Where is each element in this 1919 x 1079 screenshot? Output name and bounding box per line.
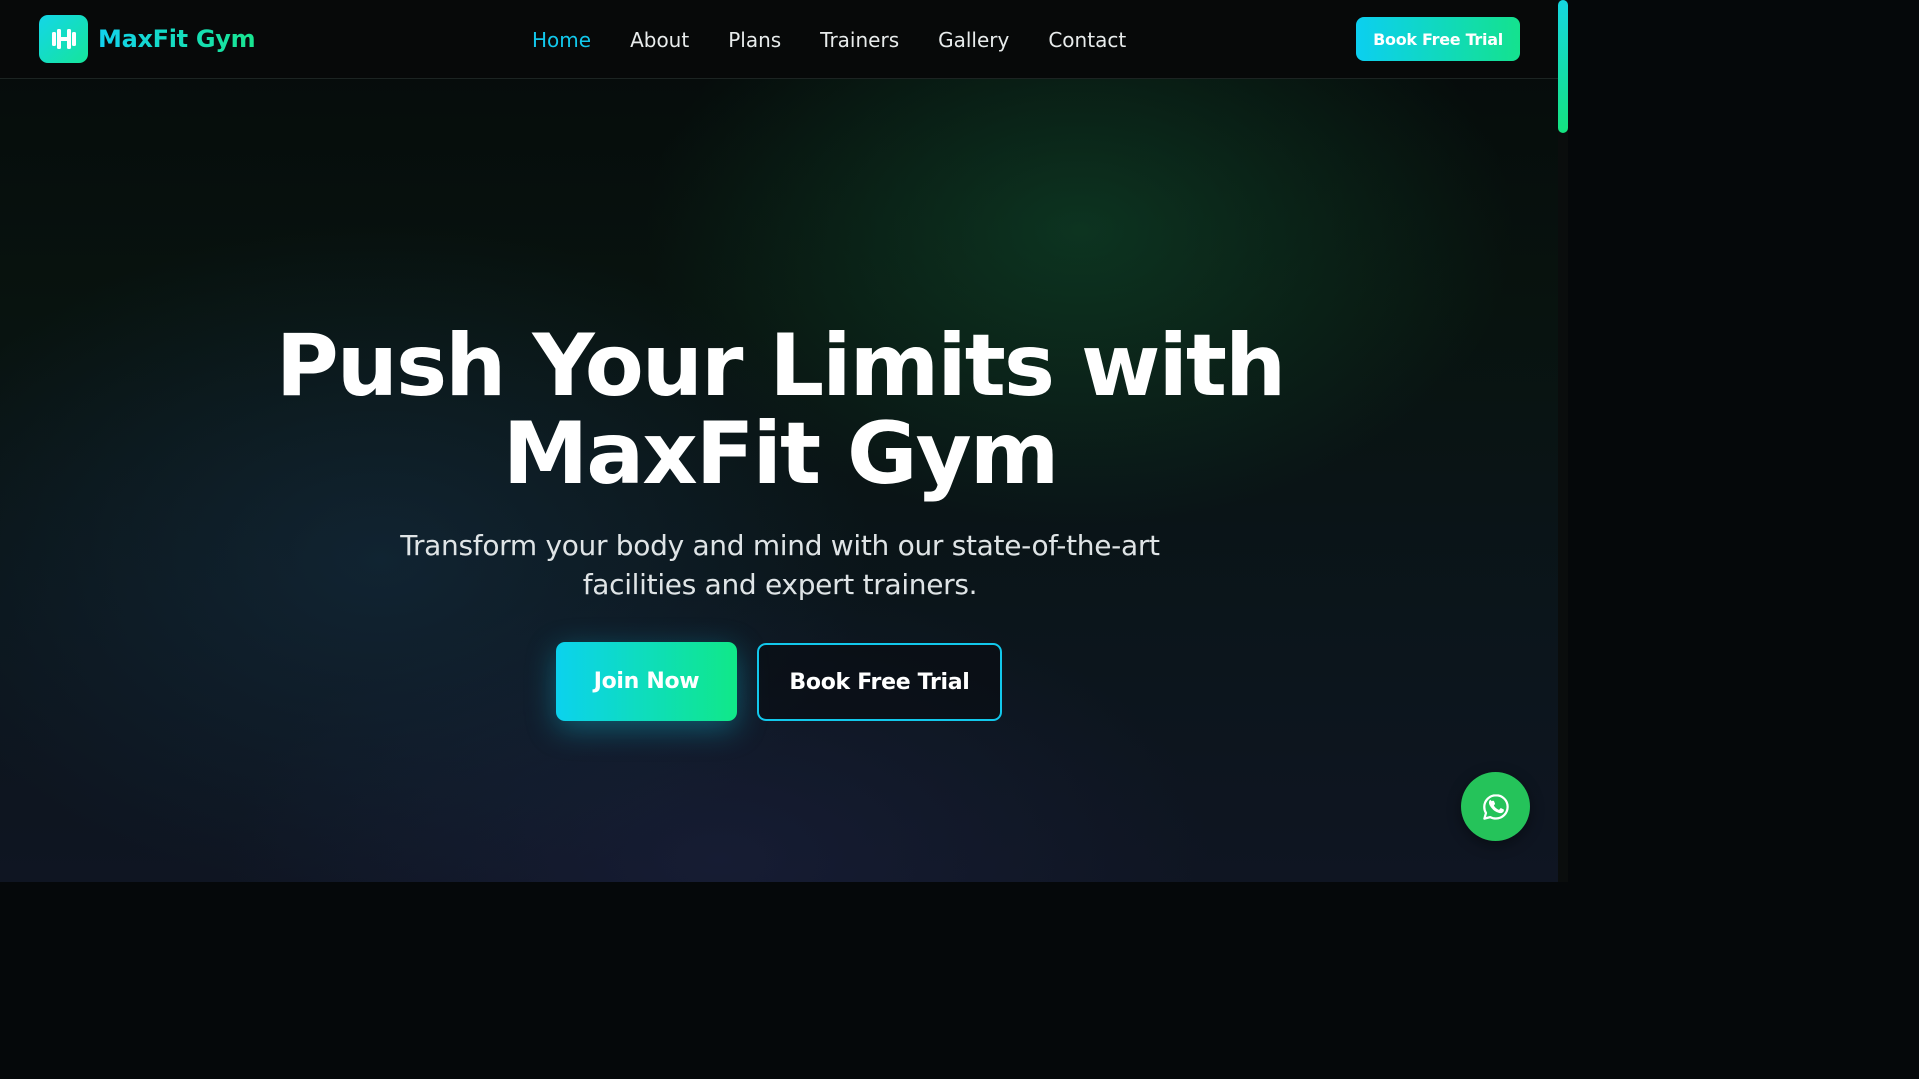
scrollbar-thumb[interactable] [1558, 0, 1568, 133]
whatsapp-button[interactable] [1461, 772, 1530, 841]
navbar: MaxFit Gym Home About Plans Trainers Gal… [0, 0, 1558, 79]
hero-subtitle: Transform your body and mind with our st… [400, 529, 1160, 601]
hero-title-line1: Push Your Limits with [275, 316, 1287, 416]
whatsapp-icon [1482, 793, 1509, 820]
landing-page: MaxFit Gym Home About Plans Trainers Gal… [0, 0, 1568, 882]
brand-logo[interactable]: MaxFit Gym [39, 15, 256, 63]
nav-link-home[interactable]: Home [532, 28, 591, 52]
nav-link-trainers[interactable]: Trainers [820, 28, 899, 52]
book-free-trial-button[interactable]: Book Free Trial [757, 643, 1002, 721]
brand-name: MaxFit Gym [98, 25, 256, 53]
nav-link-about[interactable]: About [630, 28, 689, 52]
hero-title: Push Your Limits with MaxFit Gym [180, 322, 1380, 498]
nav-link-contact[interactable]: Contact [1048, 28, 1126, 52]
nav-link-gallery[interactable]: Gallery [938, 28, 1009, 52]
main-nav: Home About Plans Trainers Gallery Contac… [532, 0, 1126, 79]
hero-title-line2: MaxFit Gym [502, 404, 1060, 504]
dumbbell-icon [39, 15, 88, 63]
join-now-button[interactable]: Join Now [556, 642, 737, 721]
nav-link-plans[interactable]: Plans [728, 28, 781, 52]
book-free-trial-nav-button[interactable]: Book Free Trial [1356, 17, 1520, 61]
